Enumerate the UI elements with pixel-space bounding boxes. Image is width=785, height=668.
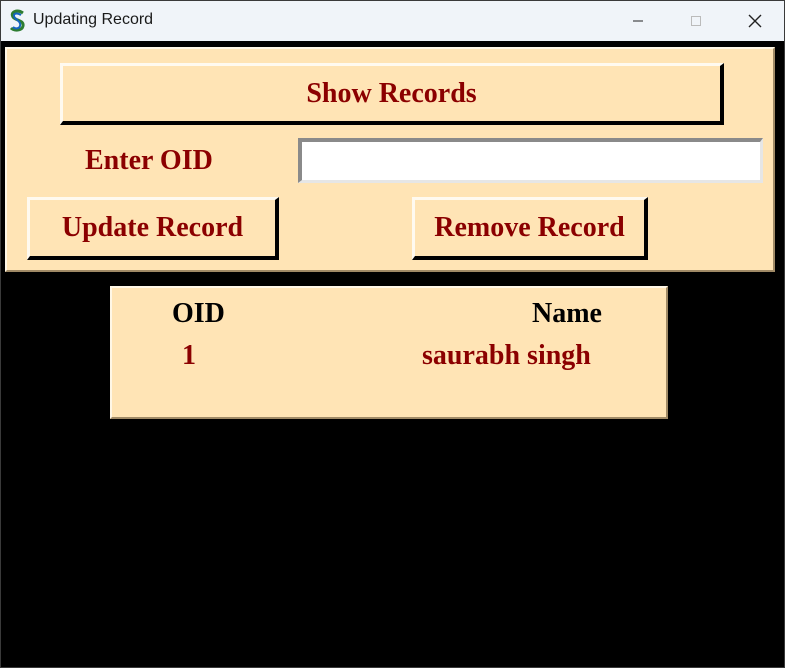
row-oid-cell: 1 bbox=[182, 340, 196, 371]
oid-input[interactable] bbox=[298, 138, 763, 183]
app-window: Updating Record Show Records Enter OID U… bbox=[0, 0, 785, 668]
control-panel: Show Records Enter OID Update Record Rem… bbox=[5, 47, 775, 272]
enter-oid-label: Enter OID bbox=[85, 145, 213, 176]
app-logo-icon bbox=[7, 9, 29, 33]
minimize-icon bbox=[633, 20, 643, 22]
column-header-oid: OID bbox=[172, 298, 225, 329]
title-bar[interactable]: Updating Record bbox=[1, 1, 784, 41]
records-table: OID Name 1 saurabh singh bbox=[110, 286, 668, 419]
row-name-cell: saurabh singh bbox=[422, 340, 591, 371]
close-button[interactable] bbox=[726, 1, 784, 41]
maximize-icon bbox=[691, 16, 701, 26]
column-header-name: Name bbox=[532, 298, 602, 329]
remove-record-button[interactable]: Remove Record bbox=[412, 197, 648, 260]
window-title: Updating Record bbox=[33, 11, 154, 28]
maximize-button[interactable] bbox=[667, 1, 725, 41]
show-records-button[interactable]: Show Records bbox=[60, 63, 724, 125]
minimize-button[interactable] bbox=[609, 1, 667, 41]
update-record-button[interactable]: Update Record bbox=[27, 197, 279, 260]
close-icon bbox=[748, 14, 762, 28]
